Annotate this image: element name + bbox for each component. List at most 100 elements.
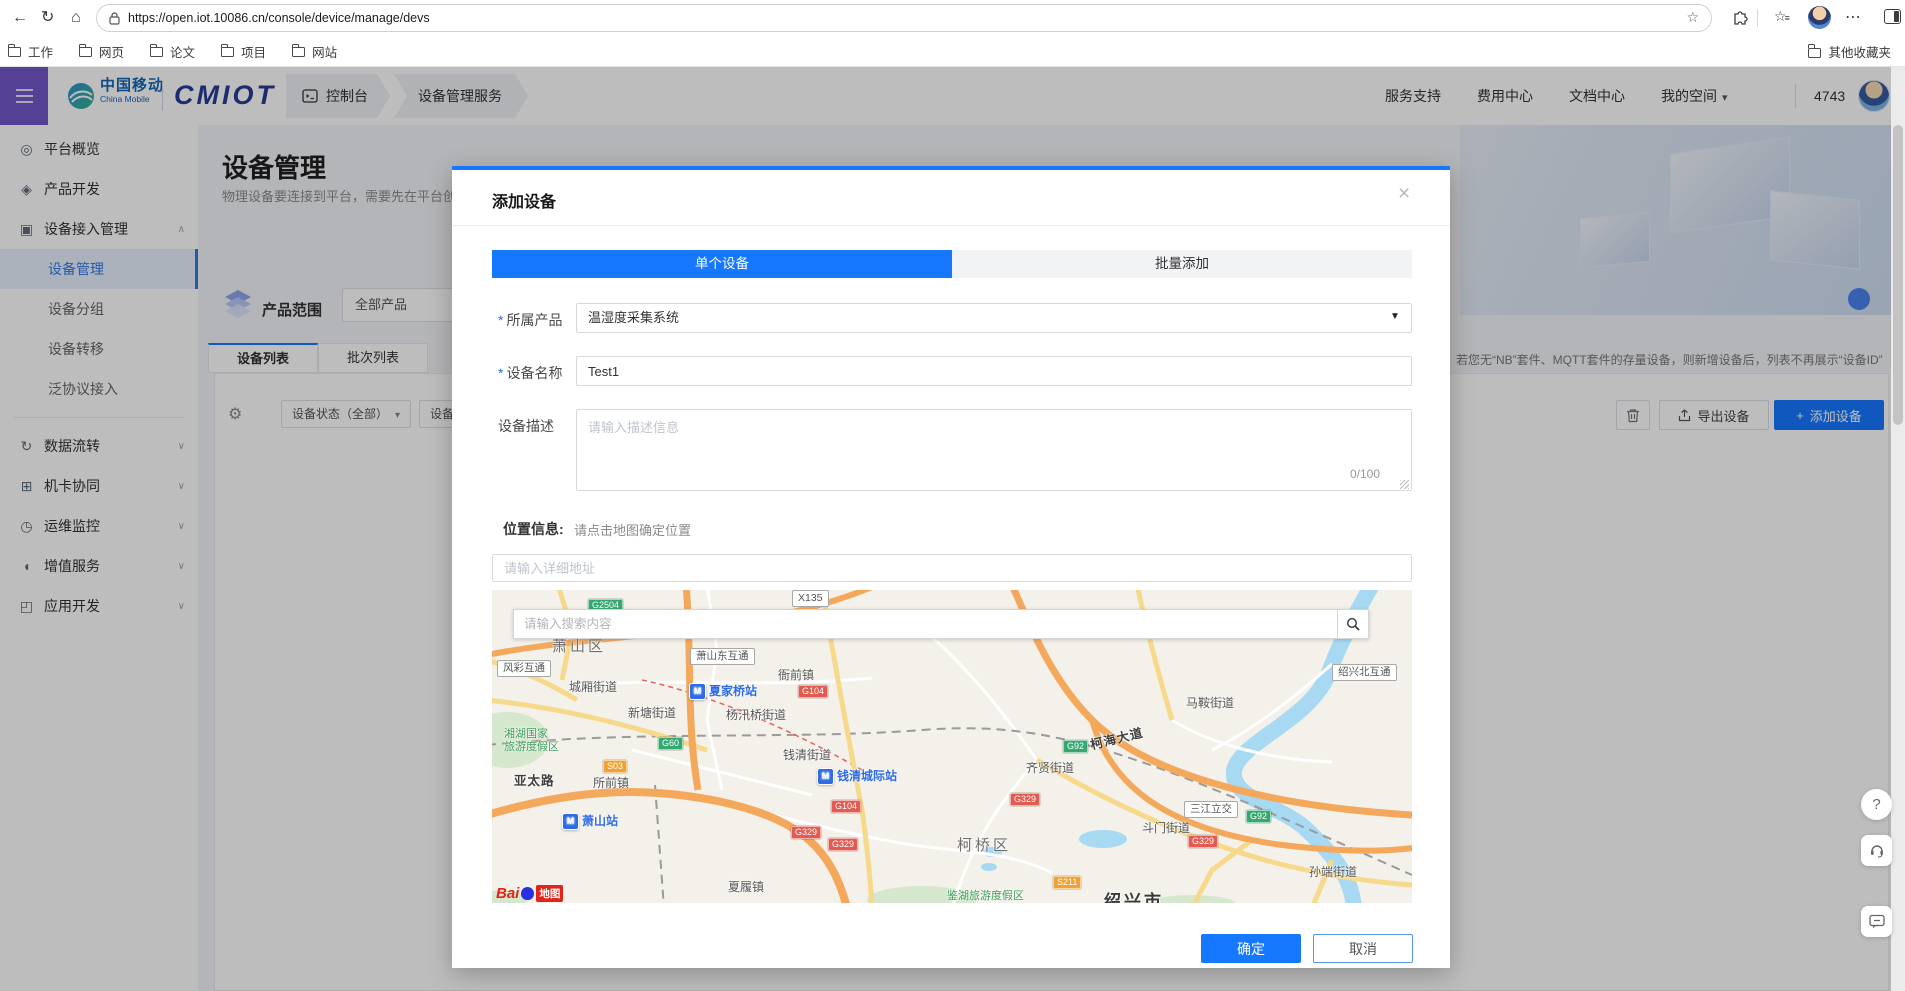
address-input[interactable] xyxy=(492,554,1412,582)
product-field-label: *所属产品 xyxy=(498,310,562,330)
map-label: G104 xyxy=(831,800,861,813)
other-bookmarks[interactable]: 其他收藏夹 xyxy=(1808,42,1891,61)
extensions-icon[interactable] xyxy=(1732,8,1749,30)
map-search-button[interactable] xyxy=(1337,609,1369,639)
url-text: https://open.iot.10086.cn/console/device… xyxy=(128,11,430,25)
map-label: 风彩互通 xyxy=(497,660,551,677)
map-search xyxy=(513,609,1369,639)
map-label: G92 xyxy=(1063,740,1088,753)
map-label: S03 xyxy=(603,760,627,773)
map-label: 城厢街道 xyxy=(569,680,617,694)
required-mark: * xyxy=(498,312,503,328)
map-label: 萧山东互通 xyxy=(690,648,755,665)
resize-grip-icon[interactable] xyxy=(1400,480,1409,489)
search-icon xyxy=(1346,617,1360,631)
screen: ← ↻ ⌂ https://open.iot.10086.cn/console/… xyxy=(0,0,1905,991)
lock-icon xyxy=(109,12,120,25)
modal-tabs: 单个设备 批量添加 xyxy=(492,250,1412,278)
more-menu-icon[interactable]: ⋯ xyxy=(1845,8,1861,28)
map-label: G92 xyxy=(1246,810,1271,823)
device-desc-textarea[interactable] xyxy=(576,409,1412,491)
map-label: 柯海大道 xyxy=(1089,726,1145,754)
map-label: 三江立交 xyxy=(1184,801,1238,818)
folder-icon xyxy=(79,47,92,57)
map-label: 杨汛桥街道 xyxy=(726,708,786,722)
map-label: G60 xyxy=(658,737,683,750)
map-label: 齐贤街道 xyxy=(1026,761,1074,775)
modal-header-divider xyxy=(452,225,1450,226)
map-label: 钱清街道 xyxy=(783,748,831,762)
map-label: 孙端街道 xyxy=(1309,865,1357,879)
map-label: 衙前镇 xyxy=(778,668,814,682)
map-label: 亚太路 xyxy=(514,774,555,789)
location-hint: 请点击地图确定位置 xyxy=(574,520,691,539)
folder-icon xyxy=(8,47,21,57)
back-icon[interactable]: ← xyxy=(12,8,28,28)
map-label: 夏家桥站 xyxy=(689,683,757,700)
folder-icon xyxy=(292,47,305,57)
bookmarks-bar: 工作 网页 论文 项目 网站 xyxy=(0,36,1905,67)
headset-icon xyxy=(1869,843,1885,858)
required-mark: * xyxy=(498,365,503,381)
browser-avatar[interactable] xyxy=(1808,6,1831,29)
map-label: 新塘街道 xyxy=(628,706,676,720)
sidebar-panel-icon[interactable] xyxy=(1884,9,1901,24)
device-name-input[interactable] xyxy=(576,356,1412,386)
cancel-button[interactable]: 取消 xyxy=(1313,934,1413,963)
baidu-map[interactable]: X135G2504萧山区萧山东互通风彩互通衙前镇城厢街道夏家桥站G104新塘街道… xyxy=(492,590,1412,903)
page-scrollbar[interactable] xyxy=(1891,67,1905,991)
folder-icon xyxy=(221,47,234,57)
folder-icon xyxy=(150,47,163,57)
map-label: 萧山站 xyxy=(562,813,618,830)
scrollbar-thumb[interactable] xyxy=(1893,125,1903,425)
map-label: S211 xyxy=(1053,876,1081,889)
map-label: G329 xyxy=(1188,835,1218,848)
product-select[interactable]: 温湿度采集系统 xyxy=(576,303,1412,333)
map-label: 绍兴市 xyxy=(1104,892,1164,903)
char-counter: 0/100 xyxy=(1350,467,1380,481)
refresh-icon[interactable]: ↻ xyxy=(41,8,54,28)
home-icon[interactable]: ⌂ xyxy=(71,8,81,28)
baidu-logo: Bai 地图 xyxy=(496,885,563,902)
feedback-icon xyxy=(1869,914,1885,929)
add-device-modal: 添加设备 × 单个设备 批量添加 *所属产品 温湿度采集系统 ▼ *设备名称 设… xyxy=(452,166,1450,968)
browser-toolbar: ← ↻ ⌂ https://open.iot.10086.cn/console/… xyxy=(0,0,1905,36)
bookmark-folder[interactable]: 工作 xyxy=(8,42,53,61)
toolbar-divider xyxy=(1757,9,1758,27)
map-label: 鉴湖旅游度假区 xyxy=(947,890,1024,903)
question-icon: ? xyxy=(1872,796,1880,813)
name-field-label: *设备名称 xyxy=(498,363,562,383)
map-label: X135 xyxy=(792,590,829,607)
bookmark-folder[interactable]: 网页 xyxy=(79,42,124,61)
map-label: 柯桥区 xyxy=(957,837,1011,855)
tab-single-device[interactable]: 单个设备 xyxy=(492,250,952,278)
modal-title: 添加设备 xyxy=(492,188,556,212)
map-label: 绍兴北互通 xyxy=(1332,664,1397,681)
feedback-button[interactable] xyxy=(1861,906,1892,937)
bookmark-folder[interactable]: 项目 xyxy=(221,42,266,61)
baidu-paw-icon xyxy=(521,887,534,900)
desc-field-label: 设备描述 xyxy=(498,416,554,436)
address-bar[interactable]: https://open.iot.10086.cn/console/device… xyxy=(96,4,1712,32)
map-search-input[interactable] xyxy=(513,609,1337,639)
map-label: 钱清城际站 xyxy=(817,768,897,785)
location-label: 位置信息: xyxy=(503,519,564,539)
help-button[interactable]: ? xyxy=(1861,789,1892,820)
favorites-bar-icon[interactable]: ☆≡ xyxy=(1774,8,1790,25)
bookmark-folder[interactable]: 网站 xyxy=(292,42,337,61)
map-label: 萧山区 xyxy=(552,638,606,656)
map-label: G329 xyxy=(828,838,858,851)
map-label: G329 xyxy=(791,826,821,839)
map-label: G104 xyxy=(798,685,828,698)
close-icon[interactable]: × xyxy=(1398,182,1410,206)
map-label: 湘湖国家 旅游度假区 xyxy=(504,728,559,754)
confirm-button[interactable]: 确定 xyxy=(1201,934,1301,963)
map-label: 马鞍街道 xyxy=(1186,696,1234,710)
folder-icon xyxy=(1808,48,1821,58)
map-label: G329 xyxy=(1010,793,1040,806)
map-label: 所前镇 xyxy=(593,776,629,790)
bookmark-folder[interactable]: 论文 xyxy=(150,42,195,61)
favorite-star-icon[interactable]: ☆ xyxy=(1686,9,1699,26)
tab-batch-add[interactable]: 批量添加 xyxy=(952,250,1412,278)
support-button[interactable] xyxy=(1861,835,1892,866)
